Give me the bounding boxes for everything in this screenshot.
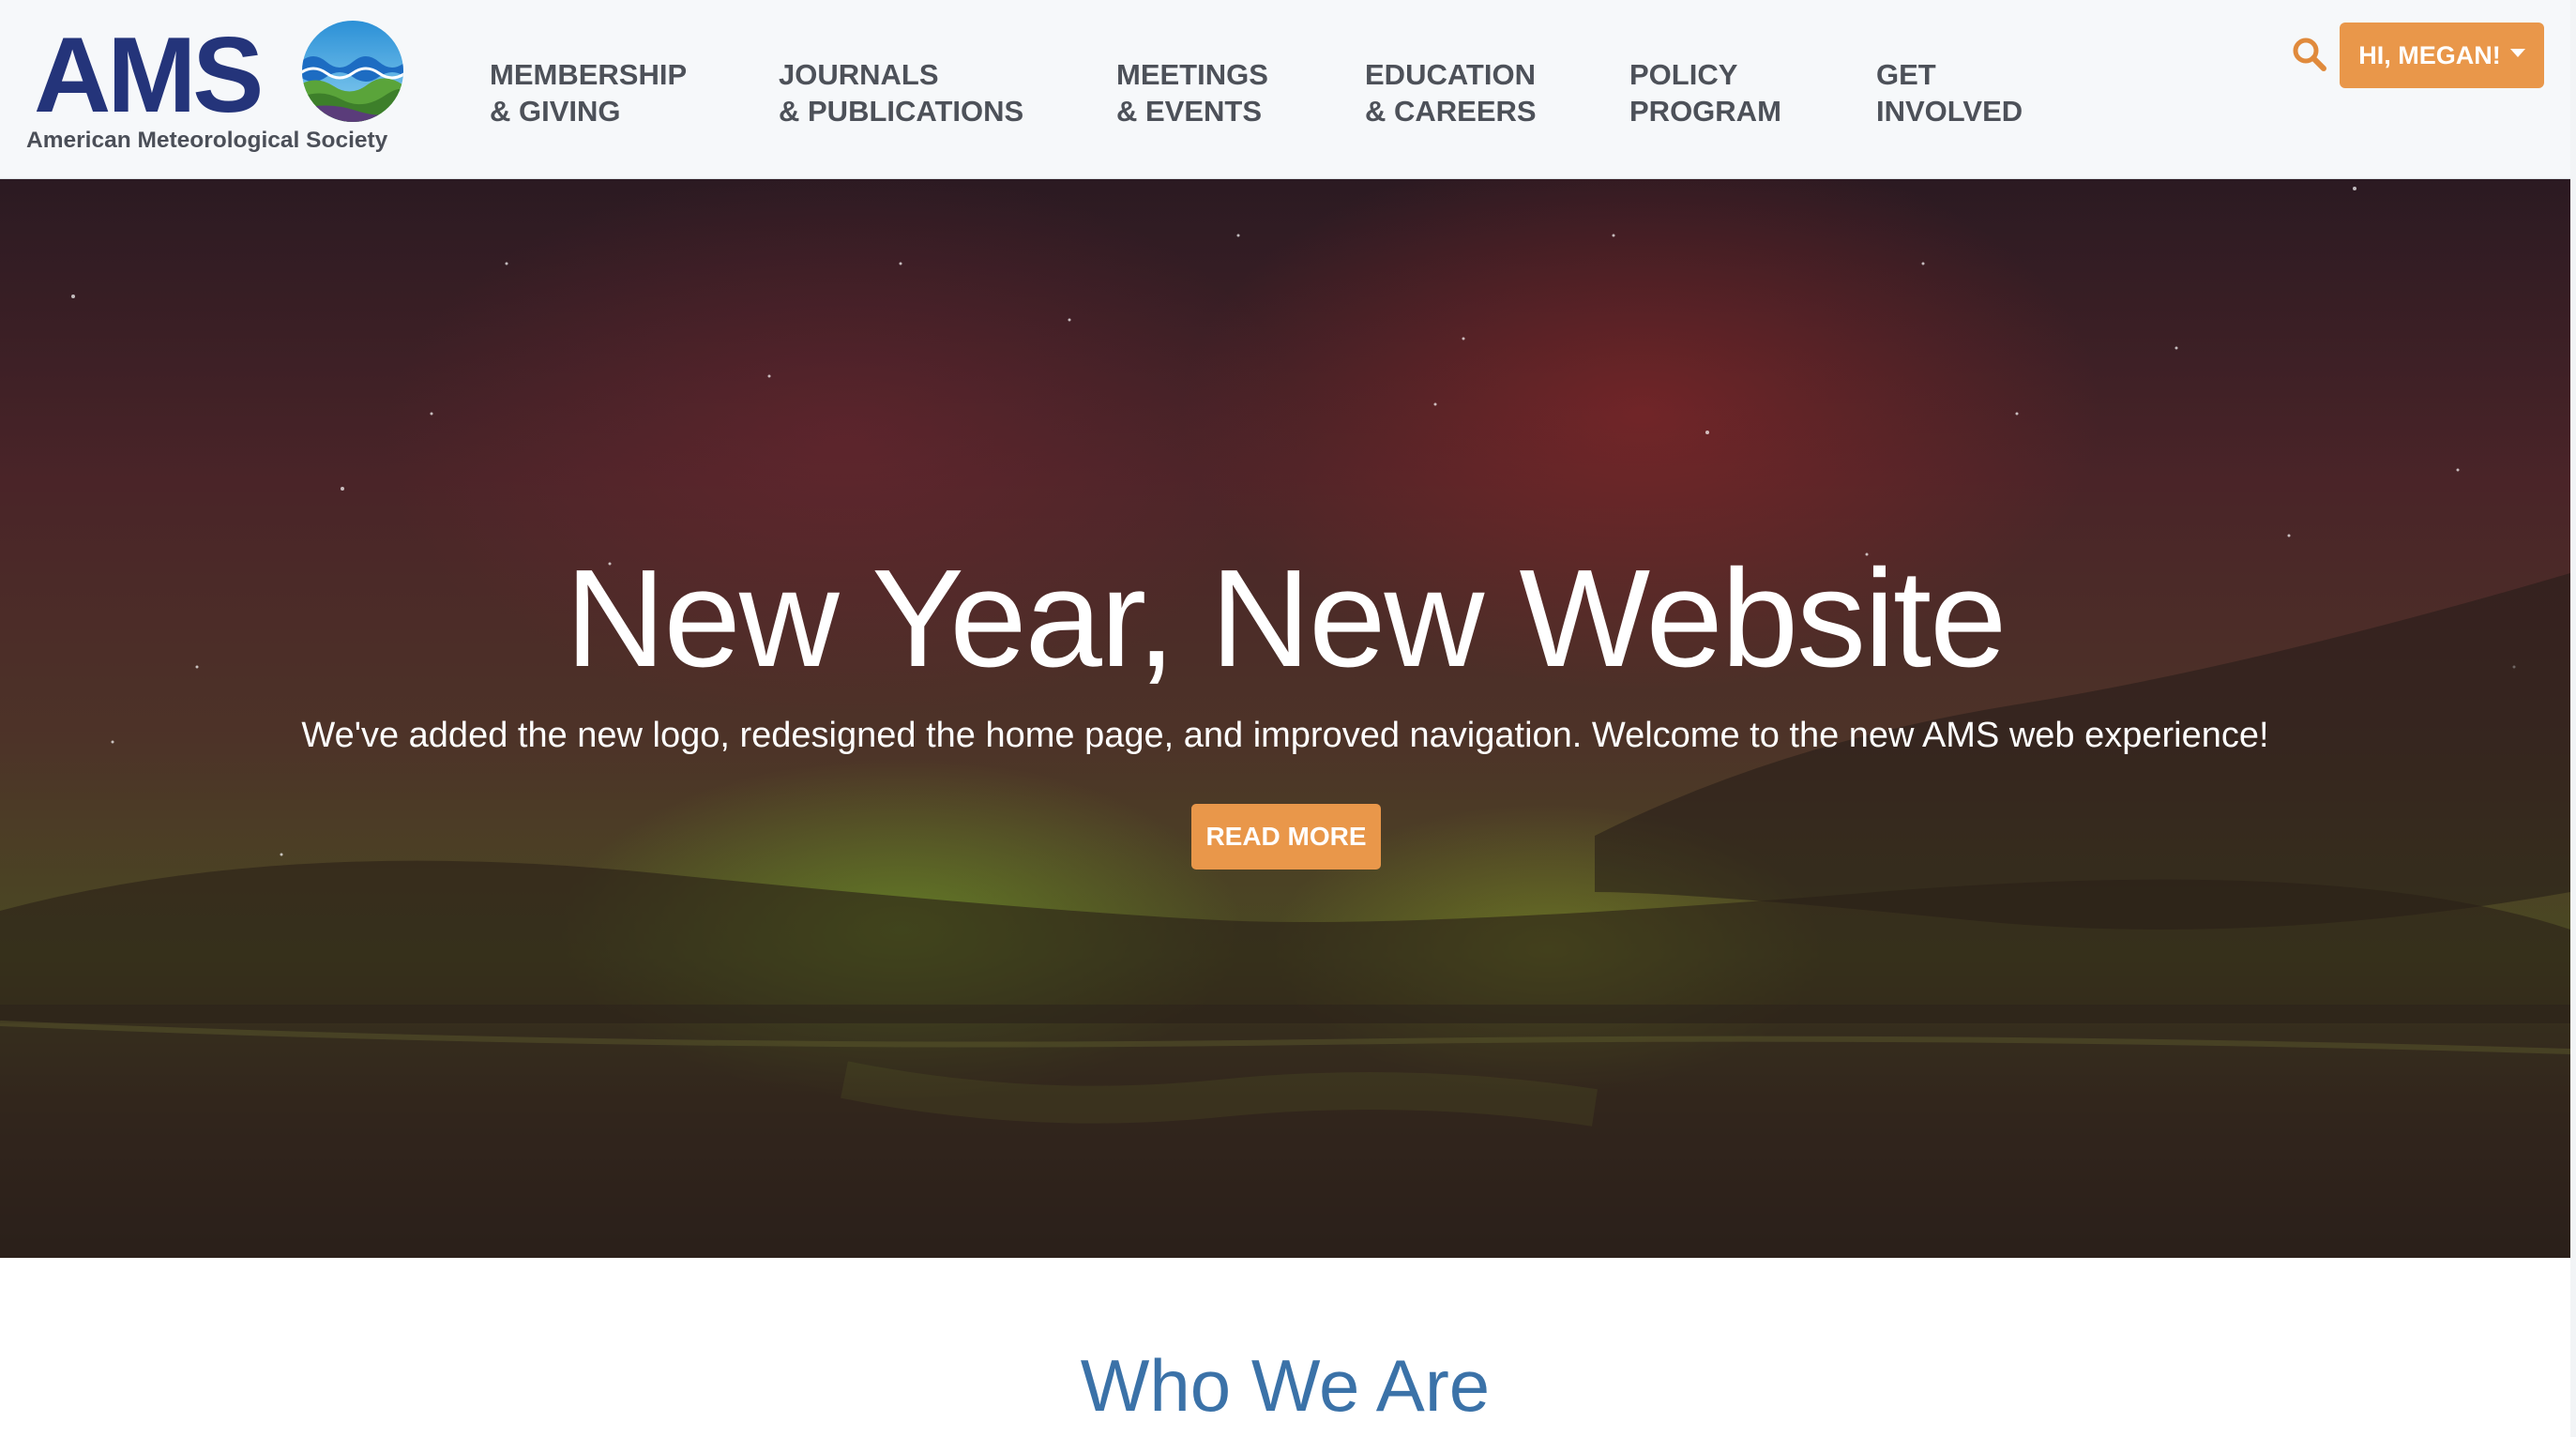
nav-label-line2: & Careers bbox=[1365, 95, 1537, 128]
hero-subtitle: We've added the new logo, redesigned the… bbox=[301, 716, 2269, 755]
nav-label-line2: Program bbox=[1629, 95, 1781, 128]
user-menu-label: HI, MEGAN! bbox=[2358, 40, 2501, 69]
nav-journals-publications[interactable]: Journals & Publications bbox=[779, 56, 1023, 129]
globe-icon bbox=[302, 21, 403, 122]
chevron-down-icon bbox=[2509, 48, 2525, 57]
logo-wordmark: AMS bbox=[34, 16, 264, 135]
hero-title: New Year, New Website bbox=[565, 541, 2008, 696]
search-icon[interactable] bbox=[2291, 36, 2328, 73]
nav-label-line1: Journals bbox=[779, 58, 939, 91]
logo-subtitle: American Meteorological Society bbox=[26, 128, 388, 153]
hero-banner: New Year, New Website We've added the ne… bbox=[0, 179, 2570, 1258]
who-we-are-heading: Who We Are bbox=[1080, 1344, 1491, 1427]
site-header: AMS American Meteorological Society MEMB… bbox=[0, 0, 2576, 179]
page-scrollbar-edge bbox=[2570, 0, 2576, 1437]
nav-meetings-events[interactable]: Meetings & Events bbox=[1116, 56, 1268, 129]
nav-label-line1: Get bbox=[1876, 58, 1936, 91]
nav-policy-program[interactable]: Policy Program bbox=[1629, 56, 1781, 129]
nav-label-line2: Involved bbox=[1876, 95, 2023, 128]
nav-label-line2: & Giving bbox=[490, 95, 621, 128]
user-menu-button[interactable]: HI, MEGAN! bbox=[2340, 23, 2544, 88]
nav-label-line2: & Events bbox=[1116, 95, 1263, 128]
nav-label-line1: Meetings bbox=[1116, 58, 1268, 91]
nav-membership-giving[interactable]: Membership & Giving bbox=[490, 56, 687, 129]
ams-logo[interactable]: AMS American Meteorological Society bbox=[26, 17, 411, 159]
nav-label-line1: Membership bbox=[490, 58, 688, 91]
read-more-button[interactable]: READ MORE bbox=[1191, 804, 1381, 870]
nav-label-line2: & Publications bbox=[779, 95, 1024, 128]
nav-get-involved[interactable]: Get Involved bbox=[1876, 56, 2023, 129]
nav-education-careers[interactable]: Education & Careers bbox=[1365, 56, 1537, 129]
nav-label-line1: Education bbox=[1365, 58, 1536, 91]
nav-label-line1: Policy bbox=[1629, 58, 1738, 91]
